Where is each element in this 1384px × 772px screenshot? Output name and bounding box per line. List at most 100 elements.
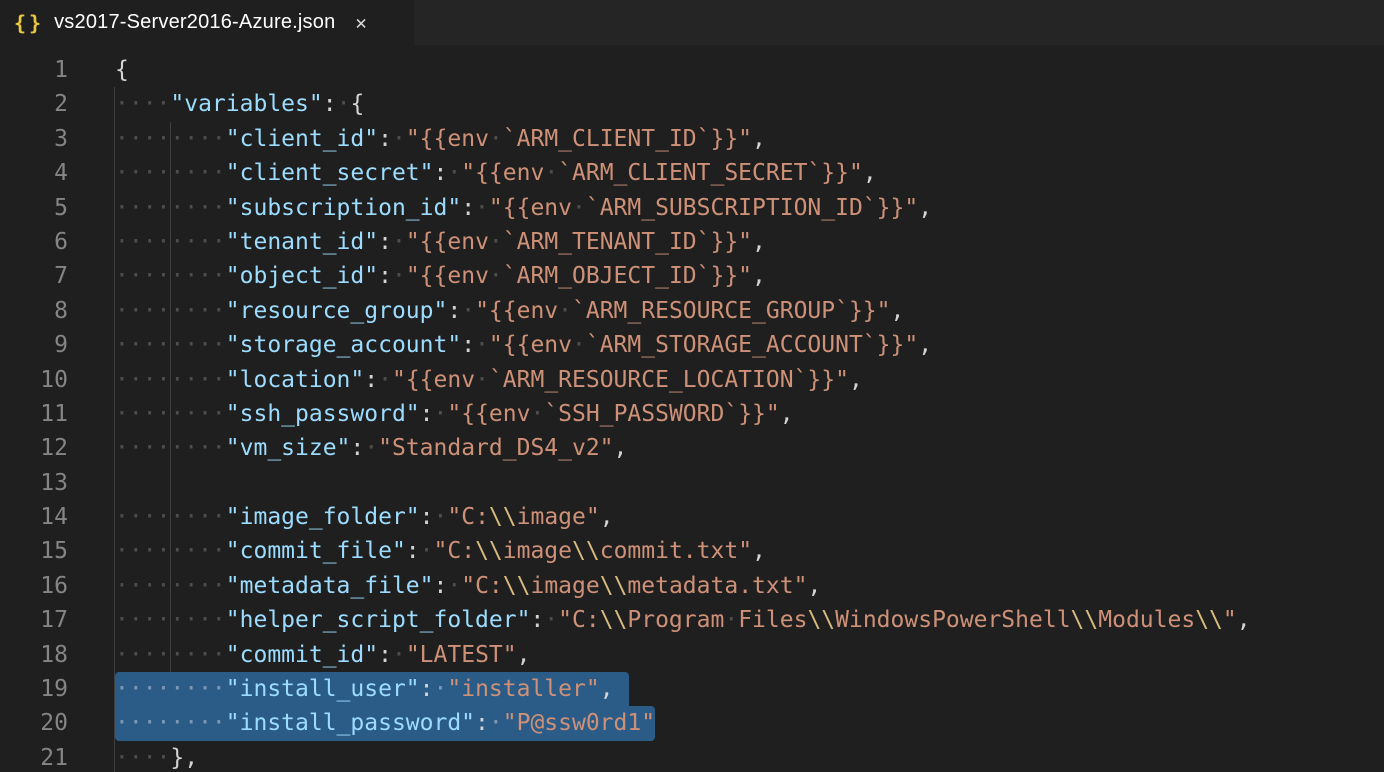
code-token: metadata.txt": [627, 573, 807, 599]
code-line[interactable]: ········"subscription_id":·"{{env·`ARM_S…: [115, 191, 1384, 225]
code-token: \\: [475, 538, 503, 564]
code-line[interactable]: ········"vm_size":·"Standard_DS4_v2",: [115, 431, 1384, 465]
whitespace-dots: ········: [115, 332, 226, 358]
line-number[interactable]: 2: [0, 87, 68, 121]
line-number[interactable]: 10: [0, 363, 68, 397]
whitespace-dots: ·: [489, 263, 503, 289]
line-number[interactable]: 6: [0, 225, 68, 259]
whitespace-dots: ·: [489, 710, 503, 736]
whitespace-dots: ·: [337, 91, 351, 117]
whitespace-dots: ·: [447, 160, 461, 186]
code-line[interactable]: ········"install_user":·"installer",: [115, 672, 1384, 706]
code-token: "ssh_password": [226, 401, 420, 427]
code-line[interactable]: ········"helper_script_folder":·"C:\\Pro…: [115, 603, 1384, 637]
code-token: :: [461, 195, 475, 221]
line-number[interactable]: 15: [0, 534, 68, 568]
whitespace-dots: ·: [392, 126, 406, 152]
line-number[interactable]: 1: [0, 53, 68, 87]
whitespace-dots: ·: [530, 401, 544, 427]
code-token: commit.txt": [600, 538, 752, 564]
line-number[interactable]: 20: [0, 706, 68, 740]
code-token: \\: [1071, 607, 1099, 633]
code-line[interactable]: ········"object_id":·"{{env·`ARM_OBJECT_…: [115, 259, 1384, 293]
whitespace-dots: ····: [115, 745, 170, 771]
code-token: ,: [752, 263, 766, 289]
code-line[interactable]: ········"image_folder":·"C:\\image",: [115, 500, 1384, 534]
tab-vs2017-server2016-azure-json[interactable]: {} vs2017-Server2016-Azure.json ✕: [0, 0, 414, 45]
code-token: :: [364, 367, 378, 393]
whitespace-dots: ·: [724, 607, 738, 633]
code-line[interactable]: ········"commit_id":·"LATEST",: [115, 638, 1384, 672]
code-token: :: [530, 607, 544, 633]
line-number[interactable]: 3: [0, 122, 68, 156]
code-token: image: [530, 573, 599, 599]
code-token: \\: [600, 573, 628, 599]
code-line[interactable]: ········"tenant_id":·"{{env·`ARM_TENANT_…: [115, 225, 1384, 259]
close-icon[interactable]: ✕: [355, 12, 366, 34]
code-line[interactable]: ········"metadata_file":·"C:\\image\\met…: [115, 569, 1384, 603]
line-number[interactable]: 18: [0, 638, 68, 672]
code-line[interactable]: ····"variables":·{: [115, 87, 1384, 121]
code-token: "C:: [434, 538, 476, 564]
code-token: \\: [489, 504, 517, 530]
json-braces-icon: {}: [14, 11, 44, 35]
code-line[interactable]: ········"ssh_password":·"{{env·`SSH_PASS…: [115, 397, 1384, 431]
whitespace-dots: ····: [115, 91, 170, 117]
code-token: ,: [614, 435, 628, 461]
whitespace-dots: ········: [115, 607, 226, 633]
whitespace-dots: ········: [115, 573, 226, 599]
code-token: "{{env: [461, 160, 544, 186]
code-token: "image_folder": [226, 504, 420, 530]
code-token: ,: [600, 676, 614, 702]
line-number[interactable]: 19: [0, 672, 68, 706]
code-token: :: [434, 160, 448, 186]
code-line[interactable]: ········"commit_file":·"C:\\image\\commi…: [115, 534, 1384, 568]
code-token: "C:: [447, 504, 489, 530]
line-number[interactable]: 11: [0, 397, 68, 431]
whitespace-dots: ·: [489, 229, 503, 255]
code-line[interactable]: {: [115, 53, 1384, 87]
code-token: `ARM_RESOURCE_GROUP`}}": [572, 298, 891, 324]
code-token: "LATEST": [406, 642, 517, 668]
whitespace-dots: ·: [572, 332, 586, 358]
code-token: image: [503, 538, 572, 564]
code-token: \\: [600, 607, 628, 633]
line-number[interactable]: 14: [0, 500, 68, 534]
line-number[interactable]: 17: [0, 603, 68, 637]
vscode-window: {} vs2017-Server2016-Azure.json ✕ 123456…: [0, 0, 1384, 772]
whitespace-dots: ·: [475, 195, 489, 221]
line-number[interactable]: 9: [0, 328, 68, 362]
code-line[interactable]: ········"install_password":·"P@ssw0rd1": [115, 706, 1384, 740]
code-token: :: [378, 642, 392, 668]
code-token: "{{env: [489, 332, 572, 358]
code-token: image": [517, 504, 600, 530]
line-number[interactable]: 7: [0, 259, 68, 293]
code-line[interactable]: [115, 466, 1384, 500]
selection-highlight: ········"install_user":·"installer",: [115, 672, 629, 706]
code-line[interactable]: ········"storage_account":·"{{env·`ARM_S…: [115, 328, 1384, 362]
line-number[interactable]: 13: [0, 466, 68, 500]
code-line[interactable]: ····},: [115, 741, 1384, 772]
code-token: "{{env: [447, 401, 530, 427]
line-number[interactable]: 8: [0, 294, 68, 328]
code-token: Modules: [1098, 607, 1195, 633]
code-token: `ARM_OBJECT_ID`}}": [503, 263, 752, 289]
code-token: \\: [807, 607, 835, 633]
line-number[interactable]: 5: [0, 191, 68, 225]
line-number[interactable]: 12: [0, 431, 68, 465]
line-number[interactable]: 21: [0, 741, 68, 772]
code-line[interactable]: ········"client_secret":·"{{env·`ARM_CLI…: [115, 156, 1384, 190]
whitespace-dots: ·: [544, 607, 558, 633]
code-token: Program: [627, 607, 724, 633]
code-line[interactable]: ········"location":·"{{env·`ARM_RESOURCE…: [115, 363, 1384, 397]
editor-pane[interactable]: 123456789101112131415161718192021 {····"…: [0, 45, 1384, 772]
code-token: :: [420, 676, 434, 702]
code-token: "object_id": [226, 263, 378, 289]
line-number[interactable]: 4: [0, 156, 68, 190]
code-token: `ARM_SUBSCRIPTION_ID`}}": [586, 195, 918, 221]
code-token: "storage_account": [226, 332, 461, 358]
line-number[interactable]: 16: [0, 569, 68, 603]
code-line[interactable]: ········"client_id":·"{{env·`ARM_CLIENT_…: [115, 122, 1384, 156]
code-token: "{{env: [489, 195, 572, 221]
code-line[interactable]: ········"resource_group":·"{{env·`ARM_RE…: [115, 294, 1384, 328]
